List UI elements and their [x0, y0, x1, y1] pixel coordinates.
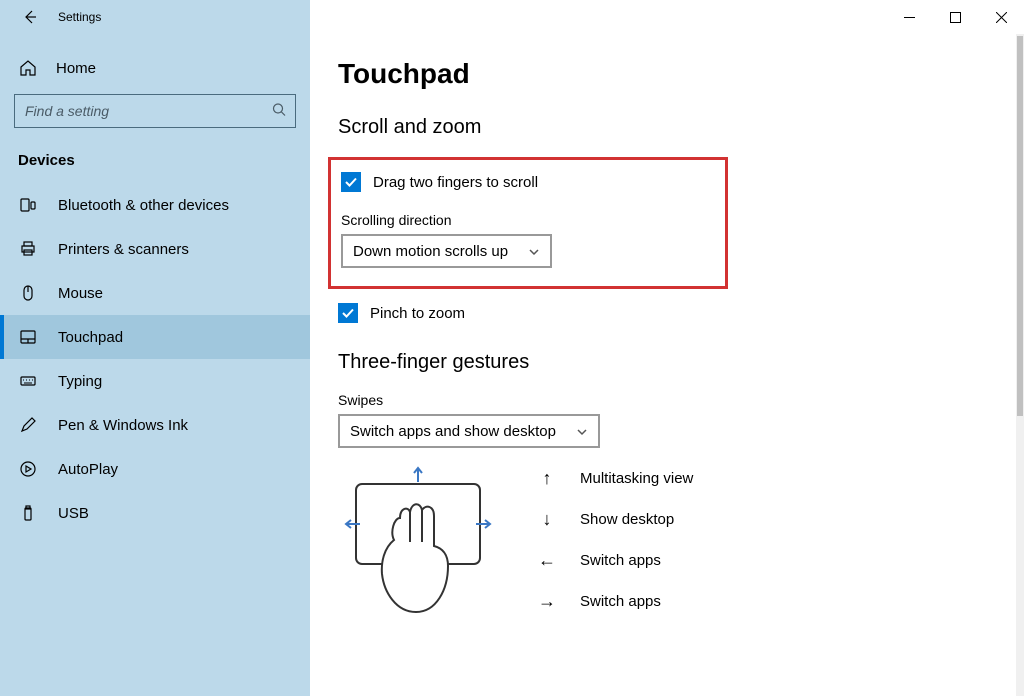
scrolling-direction-value: Down motion scrolls up — [353, 243, 508, 260]
drag-two-fingers-checkbox[interactable] — [341, 172, 361, 192]
arrow-down-icon: ↓ — [538, 509, 556, 530]
sidebar-item-typing[interactable]: Typing — [0, 359, 310, 403]
sidebar-item-pen[interactable]: Pen & Windows Ink — [0, 403, 310, 447]
sidebar-category: Devices — [0, 146, 310, 183]
touchpad-illustration — [338, 462, 498, 632]
sidebar-item-autoplay[interactable]: AutoPlay — [0, 447, 310, 491]
sidebar-item-printers[interactable]: Printers & scanners — [0, 227, 310, 271]
chevron-down-icon — [576, 425, 588, 437]
search-input[interactable] — [14, 94, 296, 128]
gesture-list: ↑ Multitasking view ↓ Show desktop ← Swi… — [538, 462, 693, 632]
sidebar-item-label: Mouse — [58, 285, 103, 302]
arrow-up-icon: ↑ — [538, 468, 556, 489]
printer-icon — [18, 239, 38, 259]
swipes-label: Swipes — [338, 392, 1024, 408]
sidebar-item-label: Pen & Windows Ink — [58, 417, 188, 434]
scrolling-direction-label: Scrolling direction — [341, 212, 725, 228]
main-panel: Touchpad Scroll and zoom Drag two finger… — [310, 34, 1024, 696]
swipes-dropdown[interactable]: Switch apps and show desktop — [338, 414, 600, 448]
gesture-label: Show desktop — [580, 511, 674, 528]
scrolling-direction-dropdown[interactable]: Down motion scrolls up — [341, 234, 552, 268]
sidebar-item-label: Printers & scanners — [58, 241, 189, 258]
pen-icon — [18, 415, 38, 435]
sidebar-item-label: Typing — [58, 373, 102, 390]
highlighted-region: Drag two fingers to scroll Scrolling dir… — [328, 157, 728, 289]
minimize-button[interactable] — [886, 0, 932, 34]
section-heading-scroll-zoom: Scroll and zoom — [338, 116, 1024, 139]
sidebar-item-usb[interactable]: USB — [0, 491, 310, 535]
search-icon — [272, 103, 286, 120]
gesture-label: Switch apps — [580, 593, 661, 610]
gesture-row-up: ↑ Multitasking view — [538, 468, 693, 489]
sidebar-item-label: AutoPlay — [58, 461, 118, 478]
back-button[interactable] — [20, 7, 40, 27]
keyboard-icon — [18, 371, 38, 391]
swipes-value: Switch apps and show desktop — [350, 423, 556, 440]
drag-two-fingers-label: Drag two fingers to scroll — [373, 174, 538, 191]
close-button[interactable] — [978, 0, 1024, 34]
sidebar-home[interactable]: Home — [0, 48, 310, 94]
sidebar-item-mouse[interactable]: Mouse — [0, 271, 310, 315]
arrow-right-icon: → — [538, 591, 556, 612]
autoplay-icon — [18, 459, 38, 479]
window-controls — [886, 0, 1024, 34]
scrollbar-thumb[interactable] — [1017, 36, 1023, 416]
section-heading-three-finger: Three-finger gestures — [338, 351, 1024, 374]
sidebar: Home Devices Bluetooth & other devices — [0, 34, 310, 696]
maximize-button[interactable] — [932, 0, 978, 34]
sidebar-item-label: Touchpad — [58, 329, 123, 346]
sidebar-home-label: Home — [56, 60, 96, 77]
vertical-scrollbar[interactable] — [1016, 34, 1024, 696]
sidebar-item-bluetooth[interactable]: Bluetooth & other devices — [0, 183, 310, 227]
mouse-icon — [18, 283, 38, 303]
touchpad-icon — [18, 327, 38, 347]
window-title: Settings — [58, 10, 101, 24]
sidebar-item-label: Bluetooth & other devices — [58, 197, 229, 214]
gesture-row-right: → Switch apps — [538, 591, 693, 612]
gesture-row-down: ↓ Show desktop — [538, 509, 693, 530]
page-title: Touchpad — [338, 58, 1024, 90]
gesture-label: Switch apps — [580, 552, 661, 569]
gesture-label: Multitasking view — [580, 470, 693, 487]
devices-icon — [18, 195, 38, 215]
pinch-to-zoom-label: Pinch to zoom — [370, 305, 465, 322]
pinch-to-zoom-checkbox[interactable] — [338, 303, 358, 323]
usb-icon — [18, 503, 38, 523]
sidebar-item-label: USB — [58, 505, 89, 522]
sidebar-item-touchpad[interactable]: Touchpad — [0, 315, 310, 359]
gesture-row-left: ← Switch apps — [538, 550, 693, 571]
chevron-down-icon — [528, 245, 540, 257]
titlebar: Settings — [0, 0, 1024, 34]
home-icon — [18, 58, 38, 78]
arrow-left-icon: ← — [538, 550, 556, 571]
